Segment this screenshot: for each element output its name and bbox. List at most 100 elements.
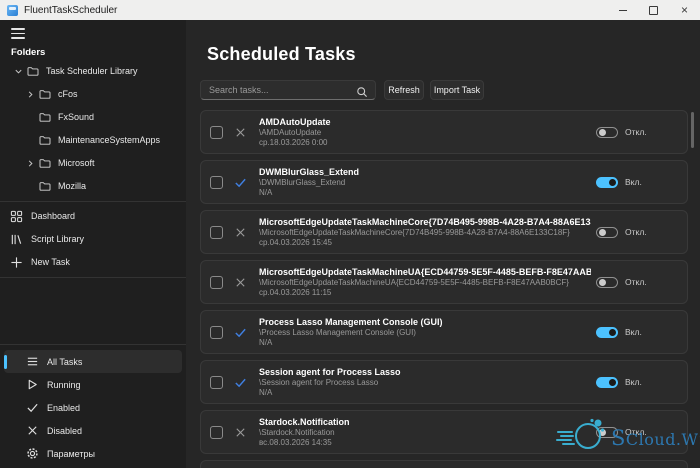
- task-state-icon: [234, 226, 247, 239]
- sidebar-item-disabled[interactable]: Disabled: [4, 419, 182, 442]
- folder-tree-item[interactable]: FxSound: [0, 106, 186, 129]
- task-controls: Откл.: [596, 111, 647, 153]
- task-info: Session agent for Process Lasso \Session…: [259, 366, 401, 398]
- toggle-knob: [609, 179, 616, 186]
- task-info: MicrosoftEdgeUpdateTaskMachineCore{7D74B…: [259, 216, 591, 248]
- task-next-run: N/A: [259, 388, 401, 398]
- folder-tree-item[interactable]: Microsoft: [0, 152, 186, 175]
- chevron-icon: [25, 112, 35, 122]
- folder-icon: [39, 158, 51, 168]
- task-info: MicrosoftEdgeUpdateTaskMachineUA{ECD4475…: [259, 266, 591, 298]
- task-row[interactable]: MicrosoftEdgeUpdateTaskMachineCore{7D74B…: [200, 210, 688, 254]
- task-name: Session agent for Process Lasso: [259, 366, 401, 378]
- refresh-button[interactable]: Refresh: [384, 80, 424, 100]
- list-icon: [26, 355, 39, 368]
- task-state-icon: [234, 376, 247, 389]
- nav-label: New Task: [31, 257, 70, 267]
- gear-icon: [26, 447, 39, 460]
- nav-label: Running: [47, 380, 81, 390]
- task-name: MicrosoftEdgeUpdateTaskMachineUA{ECD4475…: [259, 266, 591, 278]
- task-toggle[interactable]: [596, 227, 618, 238]
- folder-icon: [39, 112, 51, 122]
- sidebar-item-enabled[interactable]: Enabled: [4, 396, 182, 419]
- folders-section-label: Folders: [11, 47, 186, 58]
- sidebar: Folders Task Scheduler Library cFos FxSo…: [0, 20, 186, 468]
- nav-label: All Tasks: [47, 357, 82, 367]
- folder-tree-item[interactable]: cFos: [0, 83, 186, 106]
- task-row[interactable]: Session agent for Process Lasso \Session…: [200, 360, 688, 404]
- task-name: MicrosoftEdgeUpdateTaskMachineCore{7D74B…: [259, 216, 591, 228]
- task-checkbox[interactable]: [210, 276, 223, 289]
- task-controls: Откл.: [596, 261, 647, 303]
- task-info: Stardock.Notification \Stardock.Notifica…: [259, 416, 350, 448]
- sidebar-item-script-library[interactable]: Script Library: [0, 228, 186, 251]
- nav-label: Dashboard: [31, 211, 75, 221]
- sidebar-item-dashboard[interactable]: Dashboard: [0, 205, 186, 228]
- task-info: DWMBlurGlass_Extend \DWMBlurGlass_Extend…: [259, 166, 359, 198]
- folder-tree-item[interactable]: Task Scheduler Library: [0, 60, 186, 83]
- maximize-button[interactable]: [638, 0, 669, 20]
- task-state-label: Откл.: [625, 227, 647, 237]
- task-state-label: Вкл.: [625, 177, 642, 187]
- app-logo-icon: [7, 5, 18, 16]
- folder-tree-item[interactable]: MaintenanceSystemApps: [0, 129, 186, 152]
- folder-label: Microsoft: [58, 158, 95, 168]
- toggle-knob: [609, 329, 616, 336]
- folder-icon: [39, 89, 51, 99]
- task-row[interactable]: MicrosoftEdgeUpdateTaskMachineUA{ECD4475…: [200, 260, 688, 304]
- folder-tree-item[interactable]: Mozilla: [0, 175, 186, 198]
- task-controls: Откл.: [596, 211, 647, 253]
- task-checkbox[interactable]: [210, 326, 223, 339]
- dashboard-icon: [10, 210, 23, 223]
- chevron-icon[interactable]: [13, 66, 23, 76]
- task-name: DWMBlurGlass_Extend: [259, 166, 359, 178]
- task-next-run: ср.04.03.2026 15:45: [259, 238, 591, 248]
- task-toggle[interactable]: [596, 277, 618, 288]
- task-next-run: N/A: [259, 188, 359, 198]
- task-checkbox[interactable]: [210, 126, 223, 139]
- task-row[interactable]: Stardock.Notification \Stardock.Notifica…: [200, 410, 688, 454]
- task-state-label: Откл.: [625, 427, 647, 437]
- task-path: \DWMBlurGlass_Extend: [259, 178, 359, 188]
- task-path: \MicrosoftEdgeUpdateTaskMachineUA{ECD447…: [259, 278, 591, 288]
- sidebar-item-new-task[interactable]: New Task: [0, 251, 186, 274]
- chevron-icon[interactable]: [25, 89, 35, 99]
- nav-label: Параметры: [47, 449, 95, 459]
- task-path: \Stardock.Notification: [259, 428, 350, 438]
- task-path: \MicrosoftEdgeUpdateTaskMachineCore{7D74…: [259, 228, 591, 238]
- task-row[interactable]: DWMBlurGlass_Extend \DWMBlurGlass_Extend…: [200, 160, 688, 204]
- task-toggle[interactable]: [596, 177, 618, 188]
- app-window: FluentTaskScheduler × Folders Task Sched…: [0, 0, 700, 468]
- chevron-icon: [25, 135, 35, 145]
- task-name: Process Lasso Management Console (GUI): [259, 316, 443, 328]
- chevron-icon[interactable]: [25, 158, 35, 168]
- sidebar-item-all-tasks[interactable]: All Tasks: [4, 350, 182, 373]
- folder-label: MaintenanceSystemApps: [58, 135, 160, 145]
- close-button[interactable]: ×: [669, 0, 700, 20]
- sidebar-item-running[interactable]: Running: [4, 373, 182, 396]
- import-task-button[interactable]: Import Task: [430, 80, 484, 100]
- toggle-knob: [599, 429, 606, 436]
- sidebar-item-параметры[interactable]: Параметры: [4, 442, 182, 465]
- hamburger-icon[interactable]: [11, 28, 25, 39]
- task-toggle[interactable]: [596, 127, 618, 138]
- task-row-partial[interactable]: [200, 460, 688, 468]
- task-info: AMDAutoUpdate \AMDAutoUpdate ср.18.03.20…: [259, 116, 331, 148]
- task-checkbox[interactable]: [210, 226, 223, 239]
- task-checkbox[interactable]: [210, 176, 223, 189]
- task-path: \Session agent for Process Lasso: [259, 378, 401, 388]
- nav-label: Script Library: [31, 234, 84, 244]
- task-controls: Вкл.: [596, 311, 642, 353]
- maximize-icon: [649, 6, 658, 15]
- task-toggle[interactable]: [596, 327, 618, 338]
- plus-icon: [10, 256, 23, 269]
- scrollbar-thumb[interactable]: [691, 112, 694, 148]
- task-row[interactable]: Process Lasso Management Console (GUI) \…: [200, 310, 688, 354]
- task-checkbox[interactable]: [210, 376, 223, 389]
- minimize-button[interactable]: [607, 0, 638, 20]
- task-checkbox[interactable]: [210, 426, 223, 439]
- task-toggle[interactable]: [596, 427, 618, 438]
- search-input[interactable]: [201, 81, 375, 99]
- task-toggle[interactable]: [596, 377, 618, 388]
- task-row[interactable]: AMDAutoUpdate \AMDAutoUpdate ср.18.03.20…: [200, 110, 688, 154]
